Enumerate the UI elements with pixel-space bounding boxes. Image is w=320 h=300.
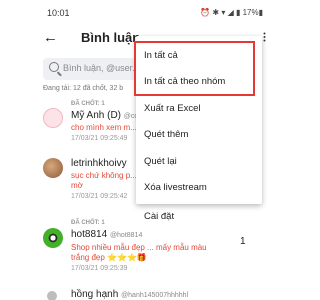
comment-text: Shop nhiều mẫu đẹp ... mấy mẫu màu xyxy=(71,243,207,252)
count-badge: 1 xyxy=(240,236,246,247)
avatar xyxy=(43,228,63,248)
list-item[interactable]: hồng hạnh @hanh145007hhhhhl xyxy=(37,285,269,300)
back-arrow-icon[interactable]: ← xyxy=(43,29,58,46)
comment-text-line2: trắng đẹp ⭐⭐⭐🎁 xyxy=(71,253,147,262)
menu-item-export-excel[interactable]: Xuất ra Excel xyxy=(144,103,201,114)
commenter-name: hot8814 @hot8814 xyxy=(71,229,143,240)
comment-text: cho mình xem m... xyxy=(71,123,137,132)
more-vert-icon[interactable] xyxy=(263,32,266,42)
menu-item-delete-livestream[interactable]: Xóa livestream xyxy=(144,182,207,193)
avatar xyxy=(43,108,63,128)
comment-time: 17/03/21 09:25:42 xyxy=(71,193,128,200)
highlight-box xyxy=(134,41,255,96)
comment-time: 17/03/21 09:25:49 xyxy=(71,135,128,142)
search-placeholder: Bình luận, @user... xyxy=(63,63,140,73)
status-time: 10:01 xyxy=(47,8,70,18)
avatar xyxy=(47,291,57,300)
comment-text-line2: mờ xyxy=(71,181,83,190)
page-title: Bình luận xyxy=(81,30,141,45)
status-badge: ĐÃ CHỐT: 1 xyxy=(71,220,105,226)
status-badge: ĐÃ CHỐT: 1 xyxy=(71,101,105,107)
commenter-name: hồng hạnh @hanh145007hhhhhl xyxy=(71,289,189,300)
list-item[interactable]: ĐÃ CHỐT: 1 hot8814 @hot8814 Shop nhiều m… xyxy=(37,220,269,282)
comment-text: sục chứ không p... xyxy=(71,171,137,180)
menu-item-rescan[interactable]: Quét lại xyxy=(144,156,177,167)
comment-time: 17/03/21 09:25:39 xyxy=(71,265,128,272)
menu-item-settings[interactable]: Cài đặt xyxy=(144,211,174,222)
search-icon xyxy=(49,62,59,72)
load-summary: Đang tải: 12 đã chốt, 32 b xyxy=(43,85,124,92)
status-icons: ⏰ ✱ ▾ ◢ ▮ 17%▮ xyxy=(200,8,263,17)
menu-item-scan-more[interactable]: Quét thêm xyxy=(144,129,188,140)
commenter-name: letrinhkhoivy xyxy=(71,158,127,169)
avatar xyxy=(43,158,63,178)
status-bar: 10:01 ⏰ ✱ ▾ ◢ ▮ 17%▮ xyxy=(37,0,269,26)
